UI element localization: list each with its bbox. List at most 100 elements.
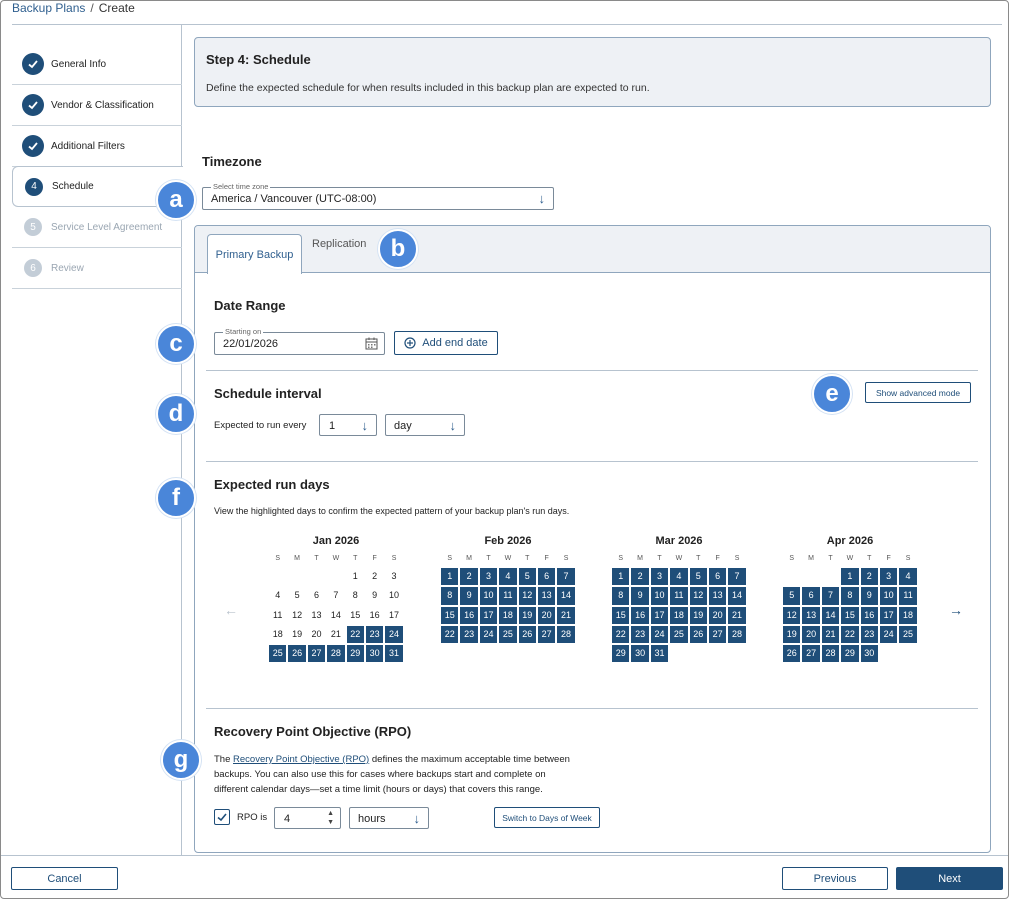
step-number-badge: 5 bbox=[24, 218, 42, 236]
schedule-interval-title: Schedule interval bbox=[214, 386, 322, 401]
calendar-day-highlighted: 22 bbox=[840, 624, 860, 645]
calendar-day: 2 bbox=[372, 571, 378, 581]
calendar-next-arrow-icon[interactable]: → bbox=[949, 602, 963, 618]
calendar-empty-cell bbox=[801, 567, 820, 586]
weekday-header: F bbox=[715, 555, 720, 562]
interval-count-select[interactable]: 1 ↓ bbox=[319, 414, 377, 436]
calendar-day-highlighted: 26 bbox=[782, 644, 802, 664]
calendar-day: 13 bbox=[311, 609, 322, 620]
switch-to-days-of-week-button[interactable]: Switch to Days of Week bbox=[494, 807, 600, 828]
calendar-month: Apr 2026 SMTWTFS 1 2 3 4 5 6 7 8 9 10 11 12 13 14 15 16… bbox=[782, 535, 918, 664]
calendar-day: 14 bbox=[330, 609, 341, 620]
calendar-day-highlighted: 31 bbox=[649, 644, 670, 664]
calendar-day-highlighted: 27 bbox=[306, 644, 327, 664]
calendar-day: 21 bbox=[330, 628, 341, 639]
calendar-day: 12 bbox=[292, 609, 303, 620]
calendar-day-highlighted: 6 bbox=[536, 567, 557, 587]
calendar-day-highlighted: 23 bbox=[364, 624, 385, 645]
check-icon bbox=[22, 53, 44, 75]
timezone-select[interactable]: Select time zone America / Vancouver (UT… bbox=[202, 182, 554, 210]
start-date-label: Starting on bbox=[223, 327, 264, 336]
rpo-value-stepper[interactable]: 4 ▲ ▼ bbox=[274, 807, 341, 829]
calendar-day-highlighted: 24 bbox=[478, 624, 499, 645]
calendar-day-highlighted: 9 bbox=[859, 586, 879, 606]
sidebar-step-additional-filters[interactable]: Additional Filters bbox=[12, 126, 182, 167]
run-every-label: Expected to run every bbox=[214, 420, 307, 431]
stepper-arrows-icon[interactable]: ▲ ▼ bbox=[327, 809, 334, 827]
weekday-header: T bbox=[828, 555, 833, 562]
calendar-day-highlighted: 28 bbox=[727, 624, 747, 645]
weekday-header: M bbox=[637, 555, 643, 562]
rpo-desc-line3: different calendar days—set a time limit… bbox=[214, 784, 543, 795]
calendar-month-title: Jan 2026 bbox=[312, 535, 360, 547]
interval-unit-select[interactable]: day ↓ bbox=[385, 414, 465, 436]
add-end-date-button[interactable]: Add end date bbox=[394, 331, 498, 355]
calendar-day: 10 bbox=[389, 590, 400, 601]
calendar-month: Jan 2026 SMTWTFS 1 2 3 4 5 6 7 8 9 10 11 12 13 14 15 16… bbox=[268, 535, 404, 664]
calendar-weekday-headers: SMTWTFS bbox=[782, 551, 918, 567]
calendar-icon[interactable] bbox=[365, 337, 378, 353]
calendar-day-highlighted: 10 bbox=[649, 586, 670, 606]
calendar-day-highlighted: 26 bbox=[517, 624, 537, 645]
calendar-day-highlighted: 17 bbox=[478, 605, 499, 625]
calendar-day-highlighted: 23 bbox=[459, 624, 479, 645]
sidebar-step-vendor-classification[interactable]: Vendor & Classification bbox=[12, 85, 182, 126]
arrow-down-icon: ↓ bbox=[449, 418, 457, 433]
next-button[interactable]: Next bbox=[896, 867, 1003, 890]
rpo-label: RPO is bbox=[237, 812, 268, 823]
calendar-day-highlighted: 9 bbox=[630, 586, 650, 606]
calendar-day-highlighted: 13 bbox=[801, 605, 821, 625]
cancel-button[interactable]: Cancel bbox=[11, 867, 118, 890]
sidebar-step-review: 6 Review bbox=[12, 248, 182, 289]
calendar-day-highlighted: 11 bbox=[498, 586, 518, 606]
calendar-day: 11 bbox=[273, 609, 283, 620]
weekday-header: S bbox=[789, 555, 795, 562]
step-number-badge: 6 bbox=[24, 259, 42, 277]
footer-divider bbox=[1, 855, 1008, 856]
arrow-down-icon: ↓ bbox=[538, 191, 546, 206]
previous-button[interactable]: Previous bbox=[782, 867, 888, 890]
calendar-day-highlighted: 25 bbox=[669, 624, 689, 645]
expected-run-days-title: Expected run days bbox=[214, 477, 330, 492]
show-advanced-mode-button[interactable]: Show advanced mode bbox=[865, 382, 971, 403]
weekday-header: S bbox=[447, 555, 453, 562]
rpo-unit-select[interactable]: hours ↓ bbox=[349, 807, 429, 829]
calendar-day-highlighted: 8 bbox=[440, 586, 460, 606]
calendar-prev-arrow-icon[interactable]: ← bbox=[224, 602, 238, 618]
tab-replication[interactable]: Replication bbox=[312, 238, 366, 250]
sidebar-step-general-info[interactable]: General Info bbox=[12, 44, 182, 85]
calendar-month-title: Feb 2026 bbox=[484, 535, 532, 547]
calendar-days-grid: 1 2 3 4 5 6 7 8 9 10 11 12 13 14 15 16 17 18 19 20 21 22 23 24 2… bbox=[782, 567, 918, 664]
date-range-title: Date Range bbox=[214, 298, 286, 313]
annotation-badge-f: f bbox=[156, 478, 196, 518]
rpo-checkbox[interactable] bbox=[214, 809, 230, 825]
step-description: Define the expected schedule for when re… bbox=[206, 82, 650, 94]
start-date-input[interactable]: Starting on 22/01/2026 bbox=[214, 327, 385, 355]
calendar-day-highlighted: 27 bbox=[536, 624, 557, 645]
rpo-description: The Recovery Point Objective (RPO) defin… bbox=[214, 752, 614, 797]
calendar-day-highlighted: 19 bbox=[782, 624, 802, 645]
weekday-header: W bbox=[332, 555, 340, 562]
calendar-day: 3 bbox=[391, 571, 397, 581]
sidebar-step-label: Vendor & Classification bbox=[51, 99, 154, 111]
calendar-day-highlighted: 25 bbox=[268, 644, 288, 664]
breadcrumb-backup-plans-link[interactable]: Backup Plans bbox=[12, 1, 85, 15]
calendar-day-highlighted: 25 bbox=[898, 624, 918, 645]
sidebar-step-label: Schedule bbox=[52, 181, 94, 192]
annotation-badge-d: d bbox=[156, 394, 196, 434]
section-divider bbox=[206, 461, 978, 462]
calendar-day-highlighted: 29 bbox=[611, 644, 631, 664]
calendar-day-highlighted: 5 bbox=[782, 586, 802, 606]
rpo-desc-line2: backups. You can also use this for cases… bbox=[214, 769, 546, 780]
calendar-day-highlighted: 16 bbox=[630, 605, 650, 625]
tab-primary-backup[interactable]: Primary Backup bbox=[207, 234, 302, 274]
sidebar-step-label: General Info bbox=[51, 58, 107, 70]
calendar-month-title: Apr 2026 bbox=[826, 535, 874, 547]
calendar-day-highlighted: 30 bbox=[364, 644, 385, 664]
step-header-card: Step 4: Schedule Define the expected sch… bbox=[194, 37, 991, 107]
rpo-link[interactable]: Recovery Point Objective (RPO) bbox=[233, 754, 369, 765]
calendar-day-highlighted: 5 bbox=[517, 567, 537, 587]
calendar-day-highlighted: 1 bbox=[440, 567, 460, 587]
annotation-badge-c: c bbox=[156, 324, 196, 364]
step-title: Step 4: Schedule bbox=[206, 52, 311, 67]
